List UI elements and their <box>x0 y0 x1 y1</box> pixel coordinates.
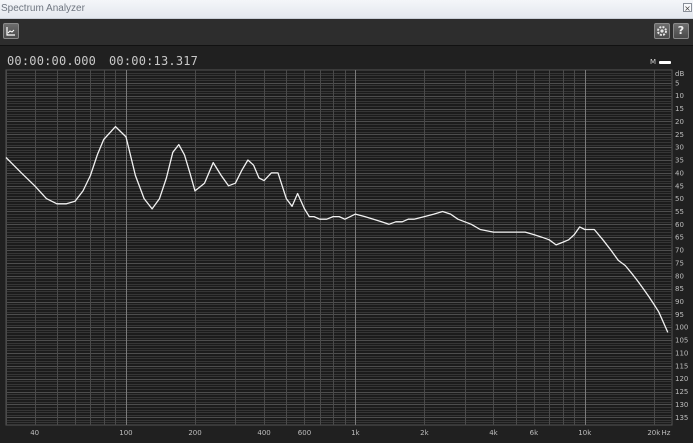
y-unit-label: dB <box>675 70 684 78</box>
x-tick-label: 1k <box>351 429 360 437</box>
x-tick-label: 6k <box>530 429 539 437</box>
y-tick-label: 85 <box>675 285 684 293</box>
y-tick-label: 130 <box>675 401 688 409</box>
toolbar: ? <box>0 19 693 46</box>
settings-gear-icon <box>657 26 667 36</box>
x-tick-label: 2k <box>420 429 429 437</box>
window-titlebar: Spectrum Analyzer × <box>0 0 693 19</box>
x-tick-label: 20k <box>647 429 661 437</box>
y-tick-label: 55 <box>675 208 684 216</box>
y-tick-label: 80 <box>675 272 684 280</box>
x-unit-label: Hz <box>662 429 671 437</box>
y-tick-label: 20 <box>675 118 684 126</box>
y-tick-label: 10 <box>675 92 684 100</box>
window-close-button[interactable]: × <box>683 3 692 13</box>
x-tick-label: 4k <box>489 429 498 437</box>
graph-view-icon <box>6 27 15 36</box>
x-tick-label: 400 <box>257 429 270 437</box>
window-title: Spectrum Analyzer <box>1 3 85 14</box>
x-tick-label: 600 <box>298 429 311 437</box>
x-tick-label: 200 <box>188 429 201 437</box>
help-icon: ? <box>677 24 685 37</box>
y-tick-label: 65 <box>675 234 684 242</box>
y-tick-label: 60 <box>675 221 684 229</box>
y-tick-label: 135 <box>675 414 688 422</box>
y-tick-label: 95 <box>675 311 684 319</box>
analyzer-display: 00:00:00.000 00:00:13.317 M 5 10 15 20 25 30 3… <box>0 46 693 443</box>
y-tick-label: 115 <box>675 362 688 370</box>
y-tick-label: 5 <box>675 79 679 87</box>
x-tick-label: 100 <box>119 429 132 437</box>
y-tick-label: 110 <box>675 349 688 357</box>
y-tick-label: 35 <box>675 157 684 165</box>
y-tick-label: 100 <box>675 324 688 332</box>
y-tick-label: 50 <box>675 195 684 203</box>
y-tick-label: 15 <box>675 105 684 113</box>
x-tick-label: 10k <box>578 429 592 437</box>
y-tick-label: 40 <box>675 169 684 177</box>
y-tick-label: 120 <box>675 375 688 383</box>
y-tick-label: 90 <box>675 298 684 306</box>
y-tick-label: 70 <box>675 247 684 255</box>
y-tick-label: 125 <box>675 388 688 396</box>
settings-button[interactable] <box>654 23 670 39</box>
help-button[interactable]: ? <box>673 23 689 39</box>
spectrum-plot: 5 10 15 20 25 30 35 40 45 50 55 60 65 70 75 80 85 90 95 100… <box>5 69 688 437</box>
y-tick-label: 105 <box>675 337 688 345</box>
y-tick-label: 30 <box>675 144 684 152</box>
y-tick-label: 75 <box>675 259 684 267</box>
x-tick-label: 40 <box>30 429 39 437</box>
graph-view-button[interactable] <box>3 23 19 39</box>
y-tick-label: 25 <box>675 131 684 139</box>
y-tick-label: 45 <box>675 182 684 190</box>
